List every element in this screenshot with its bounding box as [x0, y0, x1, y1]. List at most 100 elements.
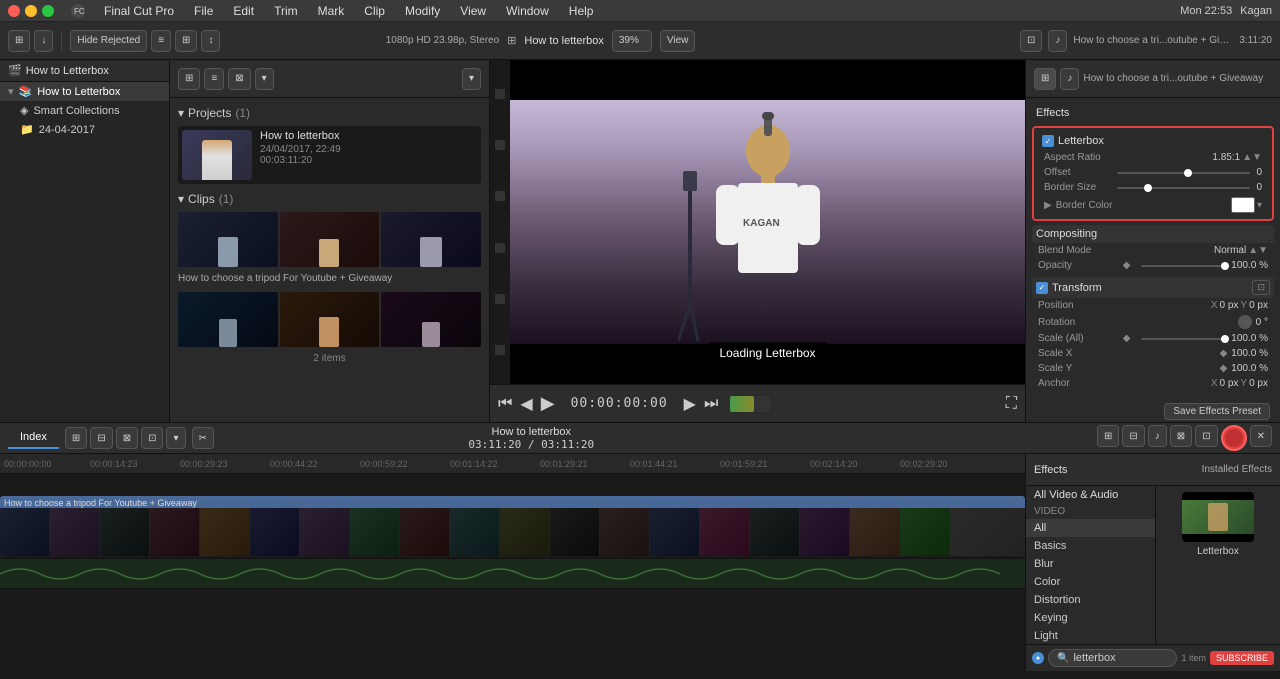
tl-blade-btn[interactable]: ✂ [192, 427, 214, 449]
menu-modify[interactable]: Modify [401, 2, 444, 20]
preview-next-btn[interactable]: ▶ [684, 394, 696, 414]
zoom-btn[interactable]: 39% [612, 30, 652, 52]
effects-basics[interactable]: Basics [1026, 537, 1155, 555]
inspector-type-btn2[interactable]: ♪ [1060, 68, 1079, 90]
effects-search-box[interactable]: 🔍 [1048, 649, 1177, 667]
browser-view-btn4[interactable]: ▾ [255, 68, 274, 90]
menu-trim[interactable]: Trim [270, 2, 302, 20]
preview-area: KAGAN Loading Letterbox ⏮ [490, 60, 1025, 422]
scale-all-slider[interactable] [1141, 338, 1226, 340]
menu-view[interactable]: View [456, 2, 490, 20]
view-toggle-btn[interactable]: ⊞ [175, 30, 197, 52]
tl-tool-2[interactable]: ⊟ [90, 427, 112, 449]
import-btn[interactable]: ↓ [34, 30, 53, 52]
menu-help[interactable]: Help [565, 2, 598, 20]
effects-blur[interactable]: Blur [1026, 555, 1155, 573]
sidebar-item-library[interactable]: ▾ 📚 How to Letterbox [0, 82, 169, 101]
tl-tool-4[interactable]: ⊡ [141, 427, 163, 449]
preview-play-btn[interactable]: ▶ [541, 393, 555, 414]
browser-view-btn2[interactable]: ≡ [204, 68, 224, 90]
sidebar-item-date-folder[interactable]: 📁 24-04-2017 [0, 120, 169, 139]
menu-file[interactable]: File [190, 2, 217, 20]
effects-color[interactable]: Color [1026, 573, 1155, 591]
tl-right-4[interactable]: ⊠ [1170, 425, 1192, 447]
preview-prev-btn[interactable]: ◀ [520, 394, 532, 414]
color-swatch[interactable] [1231, 197, 1255, 213]
save-effects-preset-btn[interactable]: Save Effects Preset [1164, 403, 1270, 420]
effects-all[interactable]: All [1026, 519, 1155, 537]
projects-label: Projects [188, 106, 231, 120]
tl-right-5[interactable]: ⊡ [1195, 425, 1217, 447]
clip-thumb-4[interactable] [178, 292, 278, 347]
loading-text: Loading Letterbox [719, 346, 815, 360]
audio-btn[interactable]: ♪ [1048, 30, 1067, 52]
clip-label: How to choose a tripod For Youtube + Giv… [4, 498, 197, 508]
index-tab[interactable]: Index [8, 427, 59, 449]
menu-clip[interactable]: Clip [360, 2, 389, 20]
compositing-header[interactable]: Compositing [1032, 225, 1274, 243]
tl-right-7[interactable]: ✕ [1250, 425, 1272, 447]
sidebar-item-smart-collections[interactable]: ◈ Smart Collections [0, 101, 169, 120]
fullscreen-button[interactable] [42, 5, 54, 17]
preview-back-btn[interactable]: ⏮ [498, 395, 512, 413]
opacity-slider[interactable] [1141, 265, 1226, 267]
clip-thumb-1[interactable] [178, 212, 278, 267]
inspector-toggle-btn[interactable]: ⊡ [1020, 30, 1042, 52]
tl-tool-1[interactable]: ⊞ [65, 427, 87, 449]
letterbox-checkbox[interactable]: ✓ [1042, 135, 1054, 147]
tl-right-3[interactable]: ♪ [1148, 425, 1167, 447]
rotation-dial[interactable] [1238, 315, 1252, 329]
browser-action-btn[interactable]: ▾ [462, 68, 481, 90]
transform-checkbox[interactable]: ✓ [1036, 282, 1048, 294]
menu-fcp[interactable]: Final Cut Pro [100, 2, 178, 20]
preview-end-btn[interactable]: ⏭ [704, 395, 718, 413]
menu-mark[interactable]: Mark [314, 2, 349, 20]
libraries-btn[interactable]: ⊞ [8, 30, 30, 52]
filter-btn[interactable]: ≡ [151, 30, 171, 52]
timeline-right-tools: ⊞ ⊟ ♪ ⊠ ⊡ ✕ [1097, 425, 1272, 451]
menu-window[interactable]: Window [502, 2, 553, 20]
letterbox-header[interactable]: ✓ Letterbox [1038, 132, 1268, 150]
clip-thumb-6[interactable] [381, 292, 481, 347]
scale-y-row: Scale Y ◆ 100.0 % [1032, 361, 1274, 376]
tl-right-1[interactable]: ⊞ [1097, 425, 1119, 447]
project-item[interactable]: How to letterbox 24/04/2017, 22:49 00:03… [178, 126, 481, 184]
hide-rejected-btn[interactable]: Hide Rejected [70, 30, 147, 52]
transform-header[interactable]: ✓ Transform ⊡ [1032, 277, 1274, 298]
color-dropdown-icon[interactable]: ▾ [1257, 200, 1262, 211]
menu-edit[interactable]: Edit [229, 2, 258, 20]
offset-slider[interactable] [1117, 172, 1251, 174]
scale-all-row: Scale (All) ◆ 100.0 % [1032, 331, 1274, 346]
browser-view-btn3[interactable]: ⊠ [228, 68, 250, 90]
timeline-clip-main[interactable]: How to choose a tripod For Youtube + Giv… [0, 496, 1025, 556]
effects-panel-toggle-btn[interactable] [1221, 425, 1247, 451]
effects-light[interactable]: Light [1026, 627, 1155, 644]
tl-tool-3[interactable]: ⊠ [116, 427, 138, 449]
preview-fullscreen-btn[interactable]: ⛶ [1006, 395, 1017, 413]
effects-all-video-audio[interactable]: All Video & Audio [1026, 486, 1155, 504]
clip-thumb-3[interactable] [381, 212, 481, 267]
subscribe-btn[interactable]: SUBSCRIBE [1210, 651, 1274, 665]
inspector-type-btn1[interactable]: ⊞ [1034, 68, 1056, 90]
browser-view-btn1[interactable]: ⊞ [178, 68, 200, 90]
clip-thumb-5[interactable] [280, 292, 380, 347]
letterbox-effect-thumb[interactable] [1182, 492, 1254, 542]
bottom-area: Index ⊞ ⊟ ⊠ ⊡ ▾ ✂ How to letterbox 03:11… [0, 422, 1280, 671]
effects-keying[interactable]: Keying [1026, 609, 1155, 627]
close-button[interactable] [8, 5, 20, 17]
check-icon: ✓ [1045, 137, 1052, 146]
effects-search-input[interactable] [1073, 652, 1133, 664]
effects-distortion[interactable]: Distortion [1026, 591, 1155, 609]
offset-value: 0 [1256, 167, 1262, 178]
sort-btn[interactable]: ↕ [201, 30, 220, 52]
blend-mode-label: Blend Mode [1038, 245, 1214, 256]
minimize-button[interactable] [25, 5, 37, 17]
tl-tool-5[interactable]: ▾ [166, 427, 185, 449]
tl-right-2[interactable]: ⊟ [1122, 425, 1144, 447]
view-btn[interactable]: View [660, 30, 696, 52]
tl-thumb-17 [800, 508, 850, 556]
transform-reset-btn[interactable]: ⊡ [1252, 280, 1270, 295]
clip-thumb-2[interactable] [280, 212, 380, 267]
preview-video[interactable]: KAGAN Loading Letterbox [490, 60, 1025, 384]
border-size-slider[interactable] [1117, 187, 1251, 189]
